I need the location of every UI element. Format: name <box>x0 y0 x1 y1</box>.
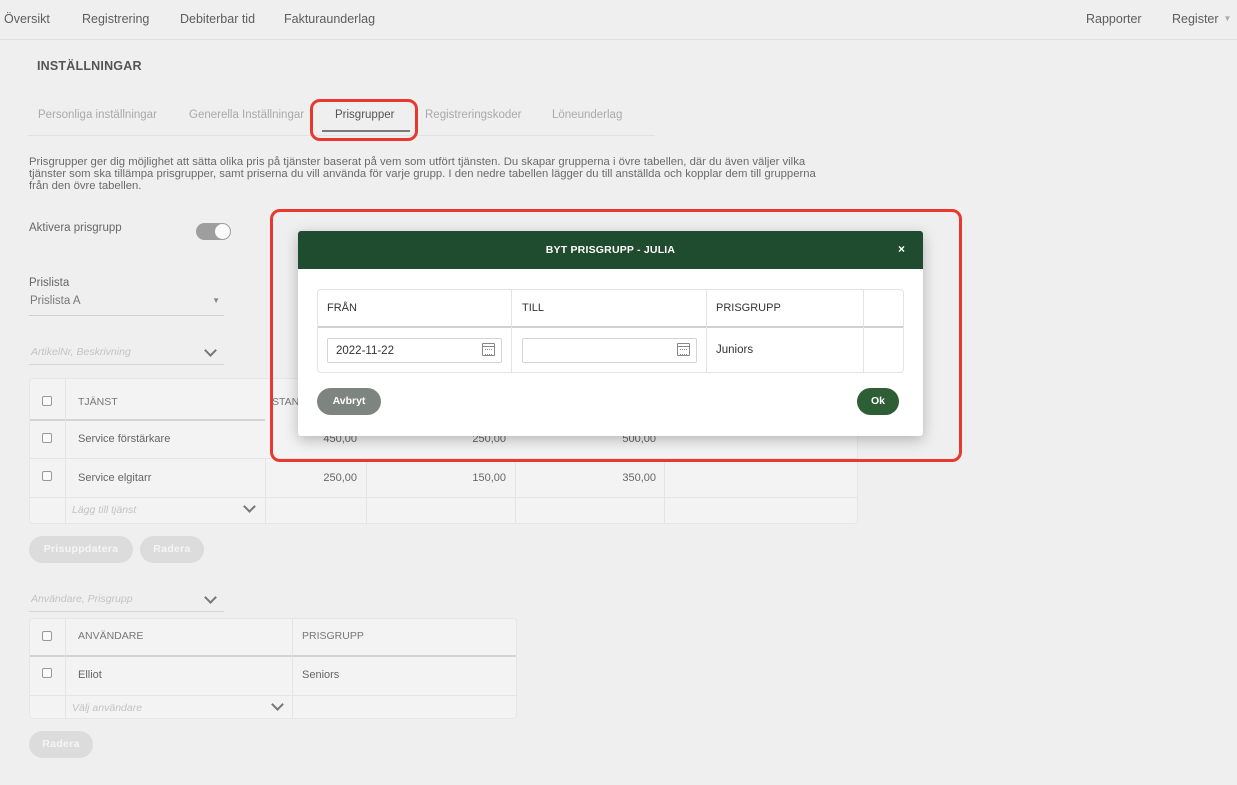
nav-oversikt[interactable]: Översikt <box>4 12 50 26</box>
top-navigation: Översikt Registrering Debiterbar tid Fak… <box>0 0 1237 40</box>
header-divider <box>318 326 903 328</box>
toggle-knob <box>215 224 230 239</box>
header-till: TILL <box>522 302 545 314</box>
nav-register-label: Register <box>1172 12 1219 26</box>
tab-registreringskoder[interactable]: Registreringskoder <box>425 109 522 121</box>
add-user-select[interactable]: Välj användare <box>70 697 288 718</box>
header-divider <box>30 655 516 657</box>
service-filter-input[interactable]: ArtikelNr, Beskrivning <box>29 341 224 365</box>
tab-personliga[interactable]: Personliga inställningar <box>38 109 157 121</box>
caret-down-icon: ▼ <box>212 296 220 305</box>
users-table: ANVÄNDARE PRISGRUPP Elliot Seniors Välj … <box>29 618 517 719</box>
user-name: Elliot <box>78 669 102 681</box>
close-icon[interactable]: × <box>898 242 905 256</box>
user-group: Seniors <box>302 669 340 681</box>
activate-label: Aktivera prisgrupp <box>29 222 122 234</box>
modal-title: BYT PRISGRUPP - JULIA <box>545 244 676 256</box>
price-cell: 150,00 <box>472 472 506 484</box>
header-tjanst: TJÄNST <box>78 396 118 408</box>
row-checkbox[interactable] <box>42 433 52 443</box>
row-divider <box>30 497 857 498</box>
chevron-down-icon <box>271 698 284 711</box>
chevron-down-icon <box>204 344 217 357</box>
header-prisgrupp: PRISGRUPP <box>302 630 364 642</box>
service-filter-placeholder: ArtikelNr, Beskrivning <box>31 346 131 358</box>
pricelist-value: Prislista A <box>30 295 81 307</box>
column-divider <box>366 459 367 523</box>
column-divider <box>863 290 864 372</box>
pricelist-label: Prislista <box>29 277 70 289</box>
chevron-down-icon <box>204 591 217 604</box>
from-date-input[interactable] <box>327 338 502 363</box>
column-divider <box>664 459 665 523</box>
radera-button[interactable]: Radera <box>140 536 204 563</box>
select-all-checkbox[interactable] <box>42 396 52 406</box>
caret-down-icon: ▼ <box>1223 14 1232 23</box>
service-name: Service förstärkare <box>78 433 171 445</box>
pricegroup-value: Juniors <box>716 344 754 356</box>
tab-generella[interactable]: Generella Inställningar <box>189 109 304 121</box>
to-date-input[interactable] <box>522 338 697 363</box>
column-divider <box>515 459 516 523</box>
page-title: INSTÄLLNINGAR <box>37 59 142 73</box>
column-divider <box>65 379 66 523</box>
column-divider <box>511 290 512 372</box>
add-service-placeholder: Lägg till tjänst <box>72 504 137 516</box>
add-user-placeholder: Välj användare <box>72 702 143 714</box>
ok-button[interactable]: Ok <box>857 388 899 415</box>
calendar-icon[interactable] <box>482 343 495 356</box>
radera-user-button[interactable]: Radera <box>29 731 93 758</box>
service-name: Service elgitarr <box>78 472 152 484</box>
modal-table: FRÅN TILL PRISGRUPP Juniors <box>317 289 904 373</box>
column-divider <box>265 459 266 523</box>
nav-registrering[interactable]: Registrering <box>82 12 149 26</box>
row-divider <box>30 695 516 696</box>
header-prisgrupp: PRISGRUPP <box>716 302 781 314</box>
nav-rapporter[interactable]: Rapporter <box>1086 12 1142 26</box>
nav-register[interactable]: Register ▼ <box>1172 12 1231 26</box>
header-fran: FRÅN <box>327 302 357 314</box>
calendar-icon[interactable] <box>677 343 690 356</box>
price-cell: 350,00 <box>622 472 656 484</box>
chevron-down-icon <box>243 500 256 513</box>
tab-loneunderlag[interactable]: Löneunderlag <box>552 109 622 121</box>
nav-fakturaunderlag[interactable]: Fakturaunderlag <box>284 12 375 26</box>
price-cell: 250,00 <box>323 472 357 484</box>
annotation-highlight-tab <box>310 99 418 141</box>
column-divider <box>65 619 66 718</box>
user-filter-placeholder: Användare, Prisgrupp <box>31 593 133 605</box>
select-all-checkbox[interactable] <box>42 631 52 641</box>
row-checkbox[interactable] <box>42 668 52 678</box>
header-anvandare: ANVÄNDARE <box>78 630 144 642</box>
add-service-select[interactable]: Lägg till tjänst <box>70 499 260 521</box>
row-checkbox[interactable] <box>42 471 52 481</box>
activate-toggle[interactable] <box>196 223 231 240</box>
pricelist-select[interactable]: Prislista A ▼ <box>29 292 224 316</box>
user-filter-input[interactable]: Användare, Prisgrupp <box>29 588 224 612</box>
column-divider <box>292 619 293 718</box>
modal-header: BYT PRISGRUPP - JULIA × <box>298 231 923 269</box>
prisuppdatera-button[interactable]: Prisuppdatera <box>29 536 133 563</box>
description-text: Prisgrupper ger dig möjlighet att sätta … <box>29 156 816 192</box>
change-pricegroup-modal: BYT PRISGRUPP - JULIA × FRÅN TILL PRISGR… <box>298 231 923 436</box>
cancel-button[interactable]: Avbryt <box>317 388 381 415</box>
column-divider <box>706 290 707 372</box>
nav-debiterbar-tid[interactable]: Debiterbar tid <box>180 12 255 26</box>
